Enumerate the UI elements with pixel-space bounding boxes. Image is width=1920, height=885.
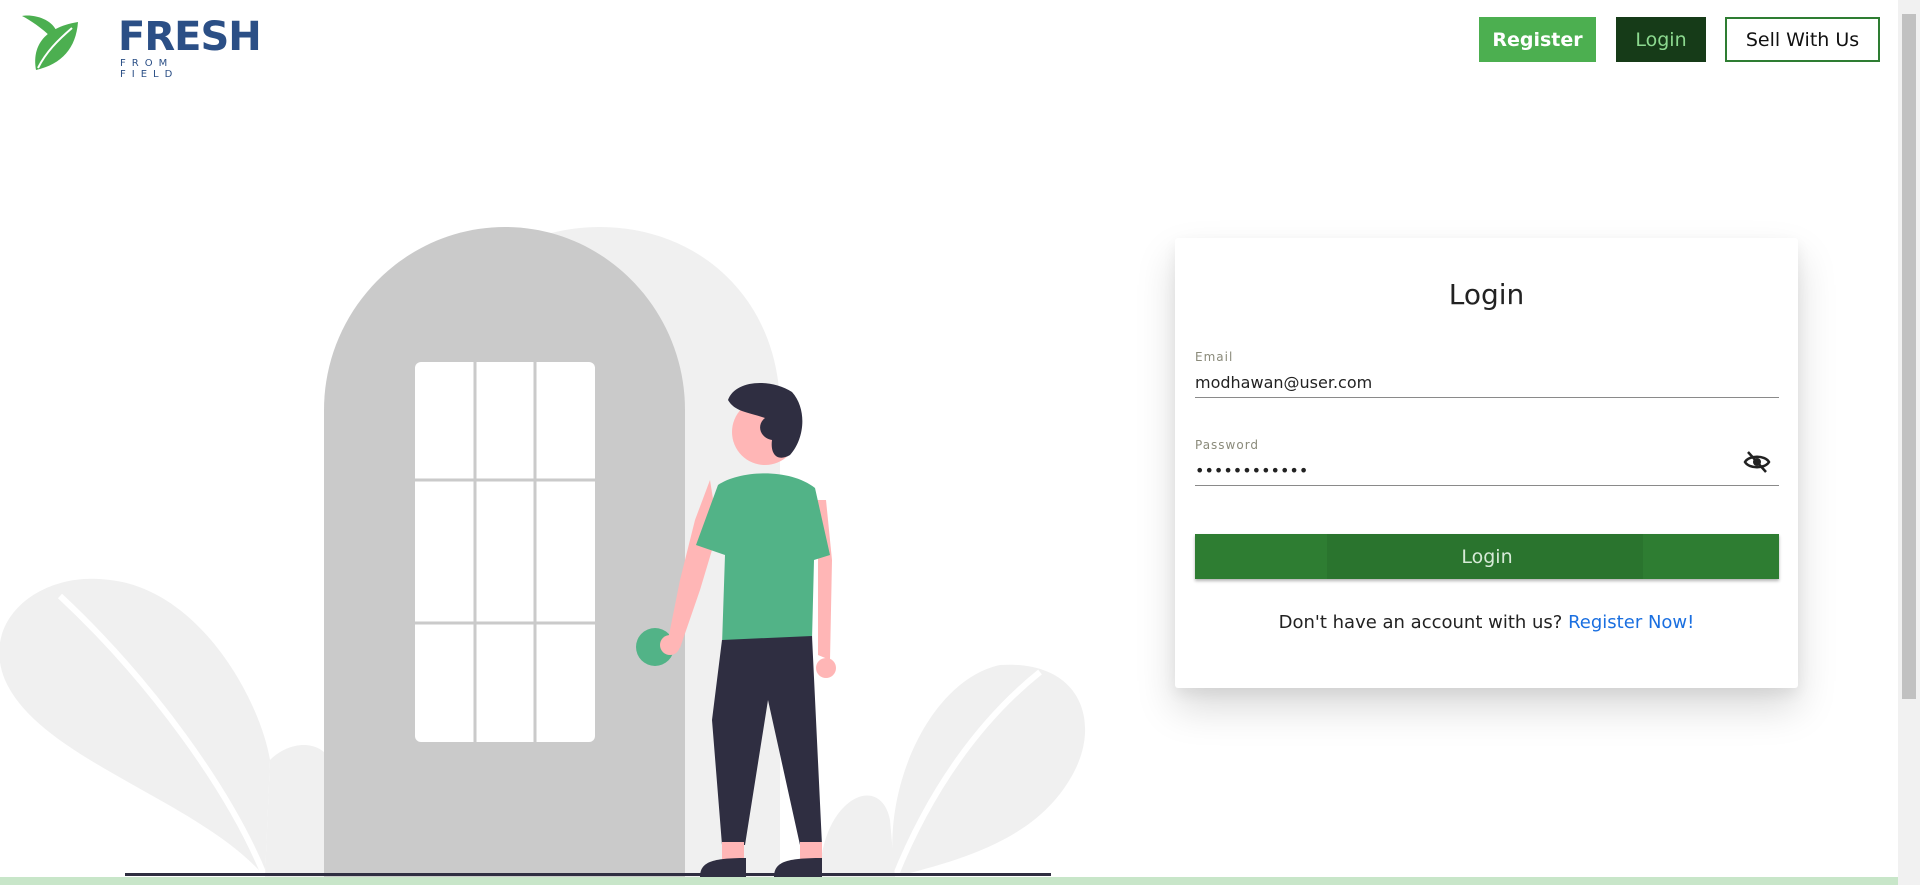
register-prompt-text: Don't have an account with us? [1278, 612, 1563, 633]
eye-off-icon[interactable] [1743, 450, 1771, 474]
brand-logo[interactable]: FRESH FROM FIELD [22, 8, 262, 80]
bottom-strip [0, 877, 1898, 885]
sell-with-us-button[interactable]: Sell With Us [1725, 17, 1880, 62]
login-title: Login [1448, 278, 1525, 311]
login-submit-button[interactable]: Login [1195, 534, 1779, 579]
register-prompt: Don't have an account with us? Register … [1175, 612, 1798, 633]
vertical-scrollbar[interactable] [1898, 0, 1920, 885]
password-field[interactable] [1195, 456, 1779, 486]
floor-line [125, 873, 1051, 876]
register-now-link[interactable]: Register Now! [1568, 612, 1694, 633]
top-navbar: FRESH FROM FIELD Register Login Sell Wit… [0, 0, 1898, 90]
login-submit-label: Login [1461, 545, 1513, 568]
email-label: Email [1195, 350, 1234, 364]
login-nav-button[interactable]: Login [1616, 17, 1706, 62]
brand-tagline: FROM FIELD [120, 58, 179, 80]
leaf-icon [22, 15, 78, 70]
scrollbar-thumb[interactable] [1902, 14, 1916, 699]
email-field[interactable] [1195, 368, 1779, 398]
password-label: Password [1195, 438, 1260, 452]
login-card: Login Email Password Login Don't have an… [1175, 238, 1798, 688]
door-person-illustration [0, 227, 1086, 877]
brand-name: FRESH [118, 14, 262, 60]
register-button[interactable]: Register [1479, 17, 1596, 62]
